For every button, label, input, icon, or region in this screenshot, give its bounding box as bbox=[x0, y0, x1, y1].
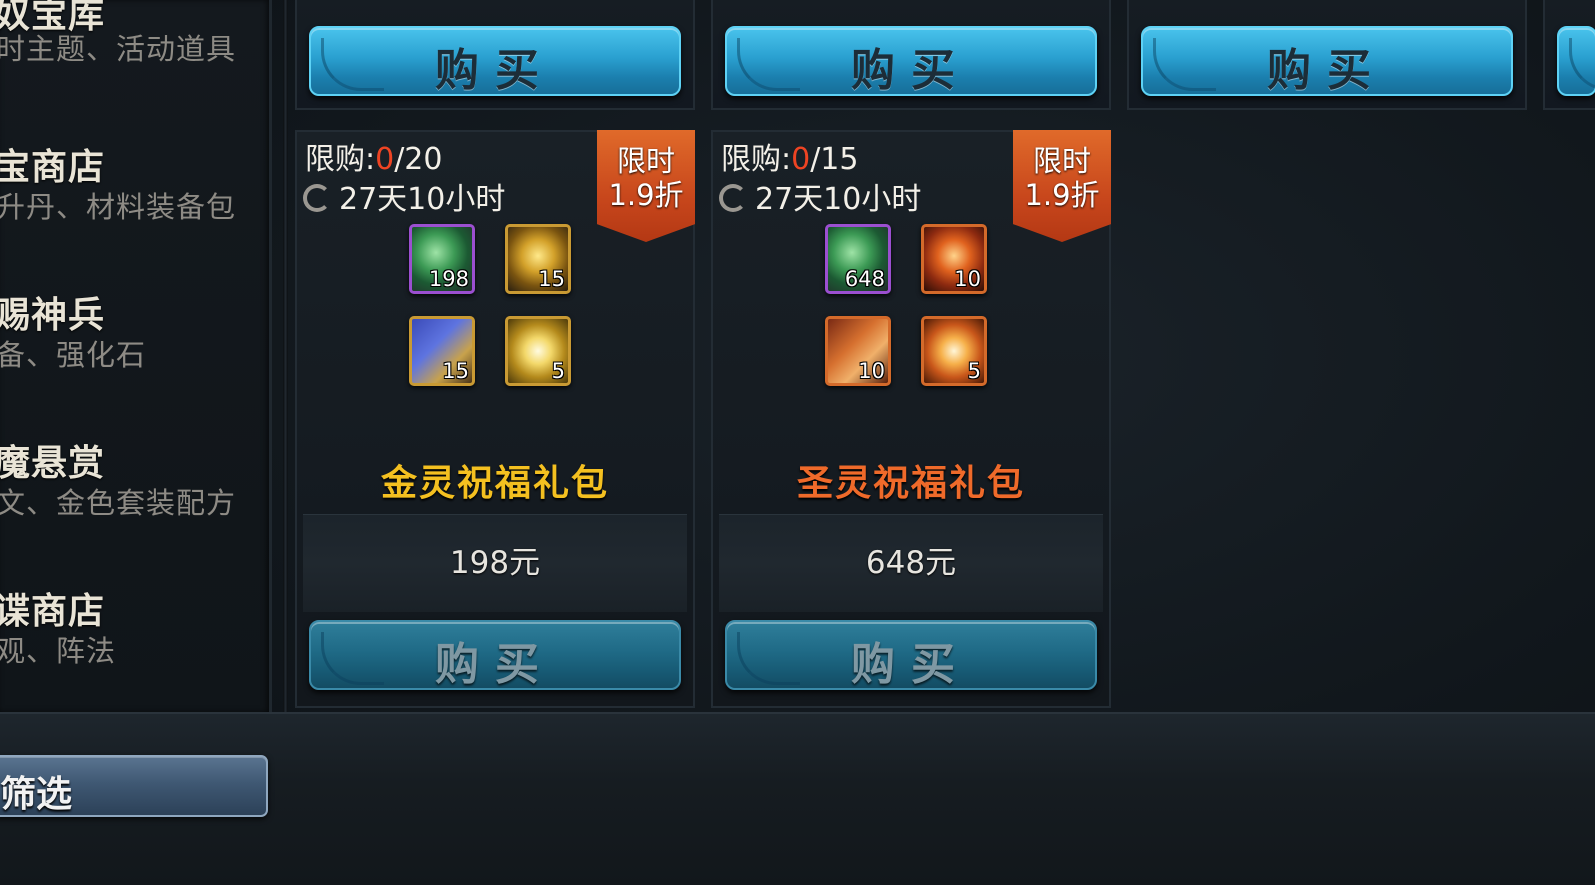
fire-swirl-icon[interactable]: 5 bbox=[921, 316, 987, 386]
purchase-limit-total: /20 bbox=[394, 142, 443, 177]
discount-ribbon: 限时 1.9折 bbox=[1013, 130, 1111, 242]
buy-button-label: 购买 bbox=[435, 45, 555, 96]
pack-price: 198元 bbox=[449, 545, 541, 581]
price-band: 198元 bbox=[303, 514, 687, 612]
ribbon-line2: 1.9折 bbox=[608, 178, 684, 212]
pack-name: 金灵祝福礼包 bbox=[380, 463, 609, 504]
buy-button-label: 购买 bbox=[851, 639, 971, 690]
golden-swirl-icon[interactable]: 5 bbox=[505, 316, 571, 386]
buy-button[interactable]: 购买 bbox=[1141, 26, 1513, 96]
purchase-limit-label: 限购: bbox=[305, 142, 376, 177]
blue-scroll-icon[interactable]: 15 bbox=[409, 316, 475, 386]
item-count: 15 bbox=[538, 267, 565, 291]
ribbon-line2: 1.9折 bbox=[1024, 178, 1100, 212]
buy-button-label: 购买 bbox=[1267, 45, 1387, 96]
gift-pack-card: 限购:0/15 27天10小时 限时 1.9折 648 10 10 5 圣灵祝福… bbox=[711, 130, 1111, 708]
sidebar-item-demon-bounty[interactable]: 魔悬赏 文、金色套装配方 bbox=[0, 434, 269, 564]
red-scroll-icon[interactable]: 10 bbox=[825, 316, 891, 386]
discount-ribbon: 限时 1.9折 bbox=[597, 130, 695, 242]
refresh-clock-icon bbox=[303, 184, 331, 212]
sidebar-item-subtitle: 文、金色套装配方 bbox=[0, 486, 237, 520]
pack-name: 圣灵祝福礼包 bbox=[796, 463, 1025, 504]
sidebar-item-spy-shop[interactable]: 谍商店 观、阵法 bbox=[0, 582, 269, 712]
buy-button-label: 购买 bbox=[435, 639, 555, 690]
sidebar-item-divine-weapon[interactable]: 赐神兵 备、强化石 bbox=[0, 286, 269, 416]
shop-screen: 奴宝库 时主题、活动道具 宝商店 升丹、材料装备包 赐神兵 备、强化石 魔悬赏 … bbox=[0, 0, 1595, 885]
sidebar-item-subtitle: 备、强化石 bbox=[0, 338, 147, 372]
item-count: 15 bbox=[442, 359, 469, 383]
countdown-text: 27天10小时 bbox=[339, 182, 506, 217]
buy-button[interactable]: 购买 bbox=[725, 26, 1097, 96]
price-band: 648元 bbox=[719, 514, 1103, 612]
ribbon-line1: 限时 bbox=[616, 144, 675, 178]
reward-items: 648 10 10 5 bbox=[825, 224, 995, 394]
sidebar-item-treasure-shop[interactable]: 宝商店 升丹、材料装备包 bbox=[0, 138, 269, 268]
purchase-limit-label: 限购: bbox=[721, 142, 792, 177]
filter-button[interactable]: 筛选 bbox=[0, 755, 268, 817]
gold-gift-box-icon[interactable]: 15 bbox=[505, 224, 571, 294]
sidebar-divider bbox=[283, 0, 288, 712]
sidebar-item-title: 宝商店 bbox=[0, 147, 106, 188]
item-count: 5 bbox=[967, 359, 981, 383]
countdown-text: 27天10小时 bbox=[755, 182, 922, 217]
refresh-clock-icon bbox=[719, 184, 747, 212]
sidebar-item-title: 赐神兵 bbox=[0, 295, 106, 336]
buy-button[interactable]: 购买 bbox=[309, 620, 681, 690]
item-count: 10 bbox=[954, 267, 981, 291]
sidebar-item-treasury[interactable]: 奴宝库 时主题、活动道具 bbox=[0, 0, 269, 116]
item-count: 10 bbox=[858, 359, 885, 383]
jade-coin-icon[interactable]: 198 bbox=[409, 224, 475, 294]
buy-button[interactable]: 购买 bbox=[725, 620, 1097, 690]
filter-button-label: 筛选 bbox=[0, 774, 73, 815]
sidebar-item-subtitle: 时主题、活动道具 bbox=[0, 32, 237, 66]
buy-button-label: 购买 bbox=[851, 45, 971, 96]
fire-crate-icon[interactable]: 10 bbox=[921, 224, 987, 294]
purchase-limit-current: 0 bbox=[375, 142, 395, 177]
item-count: 648 bbox=[844, 267, 885, 291]
gift-pack-card: 限购:0/20 27天10小时 限时 1.9折 198 15 15 5 金灵祝福… bbox=[295, 130, 695, 708]
countdown-timer: 27天10小时 bbox=[303, 174, 505, 218]
pack-price: 648元 bbox=[865, 545, 957, 581]
reward-items: 198 15 15 5 bbox=[409, 224, 579, 394]
item-count: 5 bbox=[551, 359, 565, 383]
item-count: 198 bbox=[428, 267, 469, 291]
buy-button[interactable]: 购买 bbox=[309, 26, 681, 96]
sidebar-item-subtitle: 观、阵法 bbox=[0, 634, 117, 668]
buy-button-partial[interactable] bbox=[1557, 26, 1595, 96]
sidebar-item-title: 魔悬赏 bbox=[0, 443, 106, 484]
category-sidebar: 奴宝库 时主题、活动道具 宝商店 升丹、材料装备包 赐神兵 备、强化石 魔悬赏 … bbox=[0, 0, 272, 712]
purchase-limit: 限购:0/15 bbox=[721, 134, 858, 178]
sidebar-item-subtitle: 升丹、材料装备包 bbox=[0, 190, 237, 224]
jade-coin-icon[interactable]: 648 bbox=[825, 224, 891, 294]
purchase-limit-current: 0 bbox=[791, 142, 811, 177]
ribbon-line1: 限时 bbox=[1032, 144, 1091, 178]
purchase-limit: 限购:0/20 bbox=[305, 134, 442, 178]
sidebar-item-title: 谍商店 bbox=[0, 591, 106, 632]
purchase-limit-total: /15 bbox=[810, 142, 859, 177]
countdown-timer: 27天10小时 bbox=[719, 174, 921, 218]
